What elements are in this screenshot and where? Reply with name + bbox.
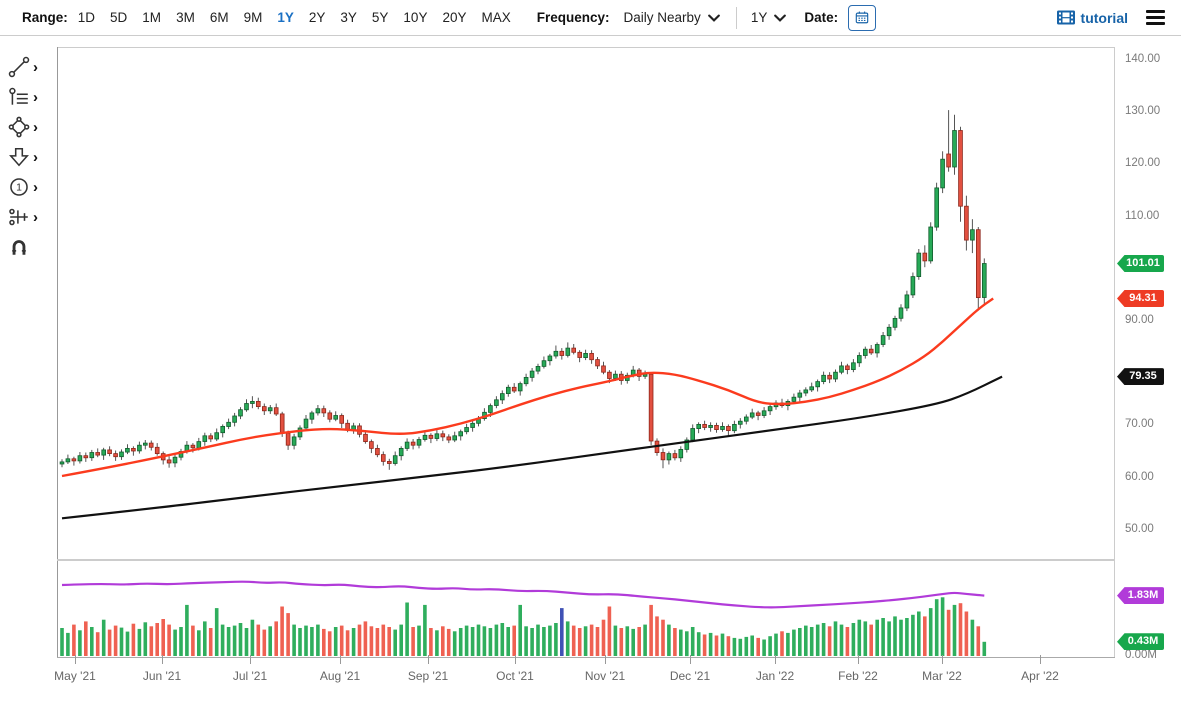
drawing-tools-sidebar: › › › › 1 › › (8, 52, 54, 262)
annotation-list-icon (9, 87, 28, 105)
number-marker-tool[interactable]: 1 › (8, 172, 54, 202)
time-axis-label: Sep '21 (407, 669, 449, 683)
measure-icon (9, 208, 28, 226)
range-option-1d[interactable]: 1D (78, 10, 95, 25)
time-axis-tick (340, 655, 341, 664)
time-axis-label: Jun '21 (142, 669, 182, 683)
period-dropdown[interactable]: 1Y (747, 8, 791, 27)
time-axis-tick (1040, 655, 1041, 664)
time-axis-label: Jan '22 (755, 669, 795, 683)
submenu-caret-icon[interactable]: › (33, 60, 38, 75)
chart-application: Range: 1D 5D 1M 3M 6M 9M 1Y 2Y 3Y 5Y 10Y 20Y MAX Fre… (0, 0, 1181, 703)
range-option-3m[interactable]: 3M (176, 10, 195, 25)
time-axis-label: Feb '22 (838, 669, 878, 683)
price-axis-label: 130.00 (1125, 105, 1161, 118)
range-option-5d[interactable]: 5D (110, 10, 127, 25)
time-axis-tick (858, 655, 859, 664)
menu-icon (1146, 10, 1165, 13)
toolbar-divider (735, 6, 737, 29)
annotations-tool[interactable]: › (8, 82, 54, 112)
open-interest-badge: 1.83M (1117, 587, 1164, 605)
date-label: Date: (804, 10, 839, 25)
price-axis-label: 140.00 (1125, 53, 1161, 65)
menu-button[interactable] (1144, 8, 1167, 27)
submenu-caret-icon[interactable]: › (33, 180, 38, 195)
candles-layer (59, 110, 987, 470)
date-picker-button[interactable] (848, 4, 877, 31)
frequency-value: Daily Nearby (623, 10, 701, 25)
range-option-1m[interactable]: 1M (142, 10, 161, 25)
chevron-down-icon (774, 14, 787, 22)
time-axis-label: May '21 (54, 669, 96, 683)
submenu-caret-icon[interactable]: › (33, 150, 38, 165)
price-axis-label: 120.00 (1125, 157, 1161, 170)
time-axis-tick (75, 655, 76, 664)
tutorial-link[interactable]: tutorial (1056, 9, 1128, 26)
calendar-icon (855, 11, 869, 24)
submenu-caret-icon[interactable]: › (33, 120, 38, 135)
time-axis-label: Aug '21 (319, 669, 361, 683)
range-option-max[interactable]: MAX (481, 10, 510, 25)
magnet-tool[interactable] (8, 232, 54, 262)
open-interest-line (61, 580, 985, 609)
film-icon (1056, 10, 1075, 25)
frequency-dropdown[interactable]: Daily Nearby (620, 8, 724, 27)
frequency-label: Frequency: (536, 10, 610, 25)
polygon-shape-icon (8, 116, 30, 138)
range-option-2y[interactable]: 2Y (309, 10, 326, 25)
arrow-marker-tool[interactable]: › (8, 142, 54, 172)
price-axis-label: 90.00 (1125, 314, 1154, 326)
ma-fast-badge: 94.31 (1117, 290, 1164, 307)
range-option-10y[interactable]: 10Y (403, 10, 427, 25)
period-value: 1Y (750, 10, 768, 25)
range-label: Range: (22, 10, 68, 25)
range-option-1y[interactable]: 1Y (277, 10, 294, 25)
price-chart[interactable] (57, 47, 1115, 658)
range-option-20y[interactable]: 20Y (442, 10, 466, 25)
time-axis-tick (162, 655, 163, 664)
time-axis-tick (605, 655, 606, 664)
last-price-badge: 101.01 (1117, 255, 1164, 273)
chevron-down-icon (707, 14, 720, 22)
range-option-5y[interactable]: 5Y (372, 10, 389, 25)
submenu-caret-icon[interactable]: › (33, 90, 38, 105)
last-volume-badge: 0.43M (1117, 633, 1164, 651)
trend-line-tool[interactable]: › (8, 52, 54, 82)
tutorial-label: tutorial (1080, 9, 1128, 26)
time-axis-label: Jul '21 (232, 669, 268, 683)
shapes-tool[interactable]: › (8, 112, 54, 142)
magnet-icon (12, 240, 26, 255)
time-axis-tick (775, 655, 776, 664)
time-axis-tick (428, 655, 429, 664)
price-axis-label: 50.00 (1125, 522, 1154, 535)
measure-tool[interactable]: › (8, 202, 54, 232)
range-selector: 1D 5D 1M 3M 6M 9M 1Y 2Y 3Y 5Y 10Y 20Y MAX (78, 10, 511, 25)
time-axis-tick (515, 655, 516, 664)
arrow-down-icon (9, 147, 29, 167)
time-axis-label: Apr '22 (1021, 669, 1059, 683)
ma-fast-line (61, 297, 994, 478)
top-toolbar: Range: 1D 5D 1M 3M 6M 9M 1Y 2Y 3Y 5Y 10Y 20Y MAX Fre… (0, 0, 1181, 36)
range-option-9m[interactable]: 9M (244, 10, 263, 25)
range-option-6m[interactable]: 6M (210, 10, 229, 25)
svg-text:1: 1 (16, 183, 22, 194)
volume-axis-label: 0.00M (1125, 649, 1157, 661)
submenu-caret-icon[interactable]: › (33, 210, 38, 225)
time-axis-tick (690, 655, 691, 664)
time-axis-label: Nov '21 (584, 669, 626, 683)
price-axis-label: 70.00 (1125, 418, 1154, 431)
trend-line-icon (8, 56, 30, 78)
range-option-3y[interactable]: 3Y (340, 10, 357, 25)
price-axis-label: 60.00 (1125, 470, 1154, 483)
volume-bars-layer (60, 597, 987, 657)
price-axis-label: 110.00 (1125, 209, 1160, 222)
time-axis-tick (250, 655, 251, 664)
ma-slow-badge: 79.35 (1117, 368, 1164, 386)
circled-number-icon: 1 (10, 178, 28, 196)
time-axis-label: Oct '21 (496, 669, 534, 683)
time-axis-tick (942, 655, 943, 664)
time-axis-label: Mar '22 (922, 669, 962, 683)
time-axis-label: Dec '21 (669, 669, 711, 683)
